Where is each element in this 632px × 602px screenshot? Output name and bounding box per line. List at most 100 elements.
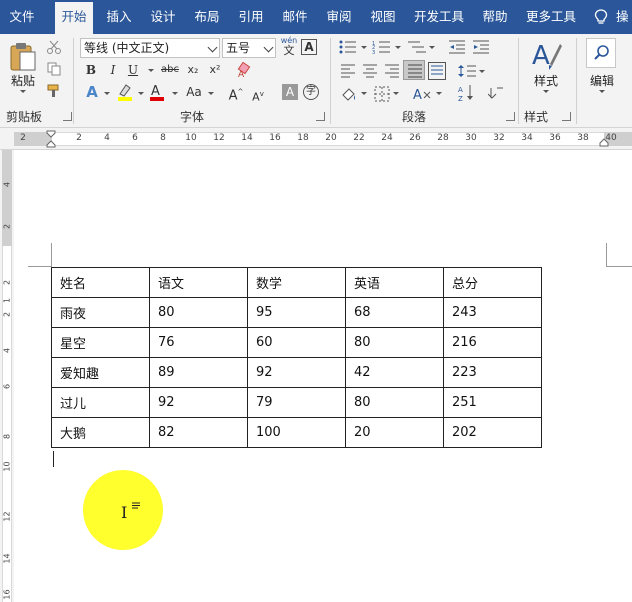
table-cell[interactable]: 251 [443,387,542,418]
underline-button[interactable]: U [126,62,140,78]
bold-button[interactable]: B [84,62,98,78]
increase-indent-icon[interactable] [472,40,490,54]
table-cell[interactable]: 爱知趣 [51,357,150,388]
vertical-ruler[interactable]: 4 2 2 1 2 4 6 8 10 12 14 16 [0,150,14,602]
table-cell[interactable]: 223 [443,357,542,388]
tab-insert[interactable]: 插入 [101,0,137,34]
table-cell[interactable]: 60 [247,327,346,358]
paste-dropdown-icon[interactable] [20,90,26,93]
tab-file[interactable]: 文件 [0,0,44,34]
text-effects-dropdown-icon[interactable] [104,92,110,95]
italic-button[interactable]: I [106,62,120,78]
right-indent-marker-icon[interactable] [599,138,609,148]
borders-icon[interactable] [374,86,402,102]
chevron-down-icon[interactable] [207,42,218,53]
enclose-characters-button[interactable]: 字 [303,84,319,100]
format-painter-icon[interactable] [46,84,62,98]
character-border-button[interactable]: A [301,39,317,55]
tell-me-box[interactable]: 操 [616,0,629,34]
paste-button[interactable]: 粘贴 [8,72,38,89]
tab-help[interactable]: 帮助 [477,0,513,34]
tab-design[interactable]: 设计 [145,0,181,34]
shrink-font-button[interactable]: Av [250,86,266,106]
table-cell[interactable]: 雨夜 [51,297,150,328]
table-cell[interactable]: 76 [149,327,248,358]
tab-mailings[interactable]: 邮件 [277,0,313,34]
decrease-indent-icon[interactable] [448,40,466,54]
multilevel-list-icon[interactable] [406,40,436,54]
indent-marker-icon[interactable] [46,130,56,150]
grow-font-button[interactable]: A^ [228,84,244,104]
table-cell[interactable]: 79 [247,387,346,418]
table-cell[interactable]: 80 [345,387,444,418]
align-center-icon[interactable] [362,64,378,78]
table-cell[interactable]: 100 [247,417,346,448]
table-header-cell[interactable]: 总分 [443,267,542,298]
table-header-cell[interactable]: 姓名 [51,267,150,298]
table-cell[interactable]: 92 [247,357,346,388]
subscript-button[interactable]: x₂ [184,62,202,78]
styles-icon[interactable]: A [530,38,562,72]
tab-home[interactable]: 开始 [55,2,93,34]
chinese-layout-icon[interactable]: A [412,86,444,102]
font-name-combo[interactable]: 等线 (中文正文) [80,38,220,58]
paste-icon[interactable] [8,40,38,72]
table-cell[interactable]: 95 [247,297,346,328]
text-effects-button[interactable]: A [84,84,100,100]
justify-button[interactable] [403,60,425,80]
score-table[interactable]: 姓名 语文 数学 英语 总分 雨夜 80 95 68 243 星空 76 60 … [51,267,542,448]
tab-view[interactable]: 视图 [365,0,401,34]
table-cell[interactable]: 82 [149,417,248,448]
table-header-cell[interactable]: 语文 [149,267,248,298]
tab-review[interactable]: 审阅 [321,0,357,34]
show-hide-marks-icon[interactable] [488,86,504,100]
distributed-align-icon[interactable] [428,62,446,80]
paragraph-launcher-icon[interactable] [506,112,515,121]
bullets-icon[interactable] [338,40,368,54]
table-header-cell[interactable]: 数学 [247,267,346,298]
table-cell[interactable]: 89 [149,357,248,388]
font-color-icon[interactable]: A [148,82,166,102]
clipboard-launcher-icon[interactable] [63,112,72,121]
strikethrough-button[interactable]: abc [158,62,182,78]
table-cell[interactable]: 过儿 [51,387,150,418]
clear-formatting-icon[interactable]: A [236,62,254,78]
phonetic-guide-button[interactable]: wén 文 [280,36,298,57]
font-size-combo[interactable]: 五号 [222,38,276,58]
superscript-button[interactable]: x² [206,62,224,78]
styles-dropdown-icon[interactable] [543,90,549,93]
highlight-color-icon[interactable] [116,82,134,102]
font-launcher-icon[interactable] [316,112,325,121]
align-left-icon[interactable] [340,64,356,78]
editing-button[interactable]: 编辑 [582,72,622,89]
table-cell[interactable]: 20 [345,417,444,448]
tab-layout[interactable]: 布局 [189,0,225,34]
underline-dropdown-icon[interactable] [148,69,154,72]
table-cell[interactable]: 243 [443,297,542,328]
shading-icon[interactable] [340,86,368,102]
cut-icon[interactable] [46,40,62,54]
table-cell[interactable]: 202 [443,417,542,448]
table-header-cell[interactable]: 英语 [345,267,444,298]
editing-find-button[interactable] [586,38,616,68]
font-color-dropdown-icon[interactable] [172,92,178,95]
tab-more-tools[interactable]: 更多工具 [521,0,581,34]
styles-button[interactable]: 样式 [526,72,566,89]
table-cell[interactable]: 大鹅 [51,417,150,448]
table-cell[interactable]: 80 [149,297,248,328]
character-shading-button[interactable]: A [282,84,298,100]
copy-icon[interactable] [46,62,62,76]
table-cell[interactable]: 68 [345,297,444,328]
sort-icon[interactable]: AZ [458,84,476,102]
change-case-button[interactable]: Aa [184,84,204,100]
align-right-icon[interactable] [384,64,400,78]
table-cell[interactable]: 80 [345,327,444,358]
table-cell[interactable]: 92 [149,387,248,418]
chevron-down-icon[interactable] [263,42,274,53]
numbering-icon[interactable]: 1 2 3 [372,40,402,54]
lightbulb-icon[interactable] [594,9,608,25]
highlight-dropdown-icon[interactable] [138,92,144,95]
table-cell[interactable]: 星空 [51,327,150,358]
editing-dropdown-icon[interactable] [599,90,605,93]
table-cell[interactable]: 42 [345,357,444,388]
